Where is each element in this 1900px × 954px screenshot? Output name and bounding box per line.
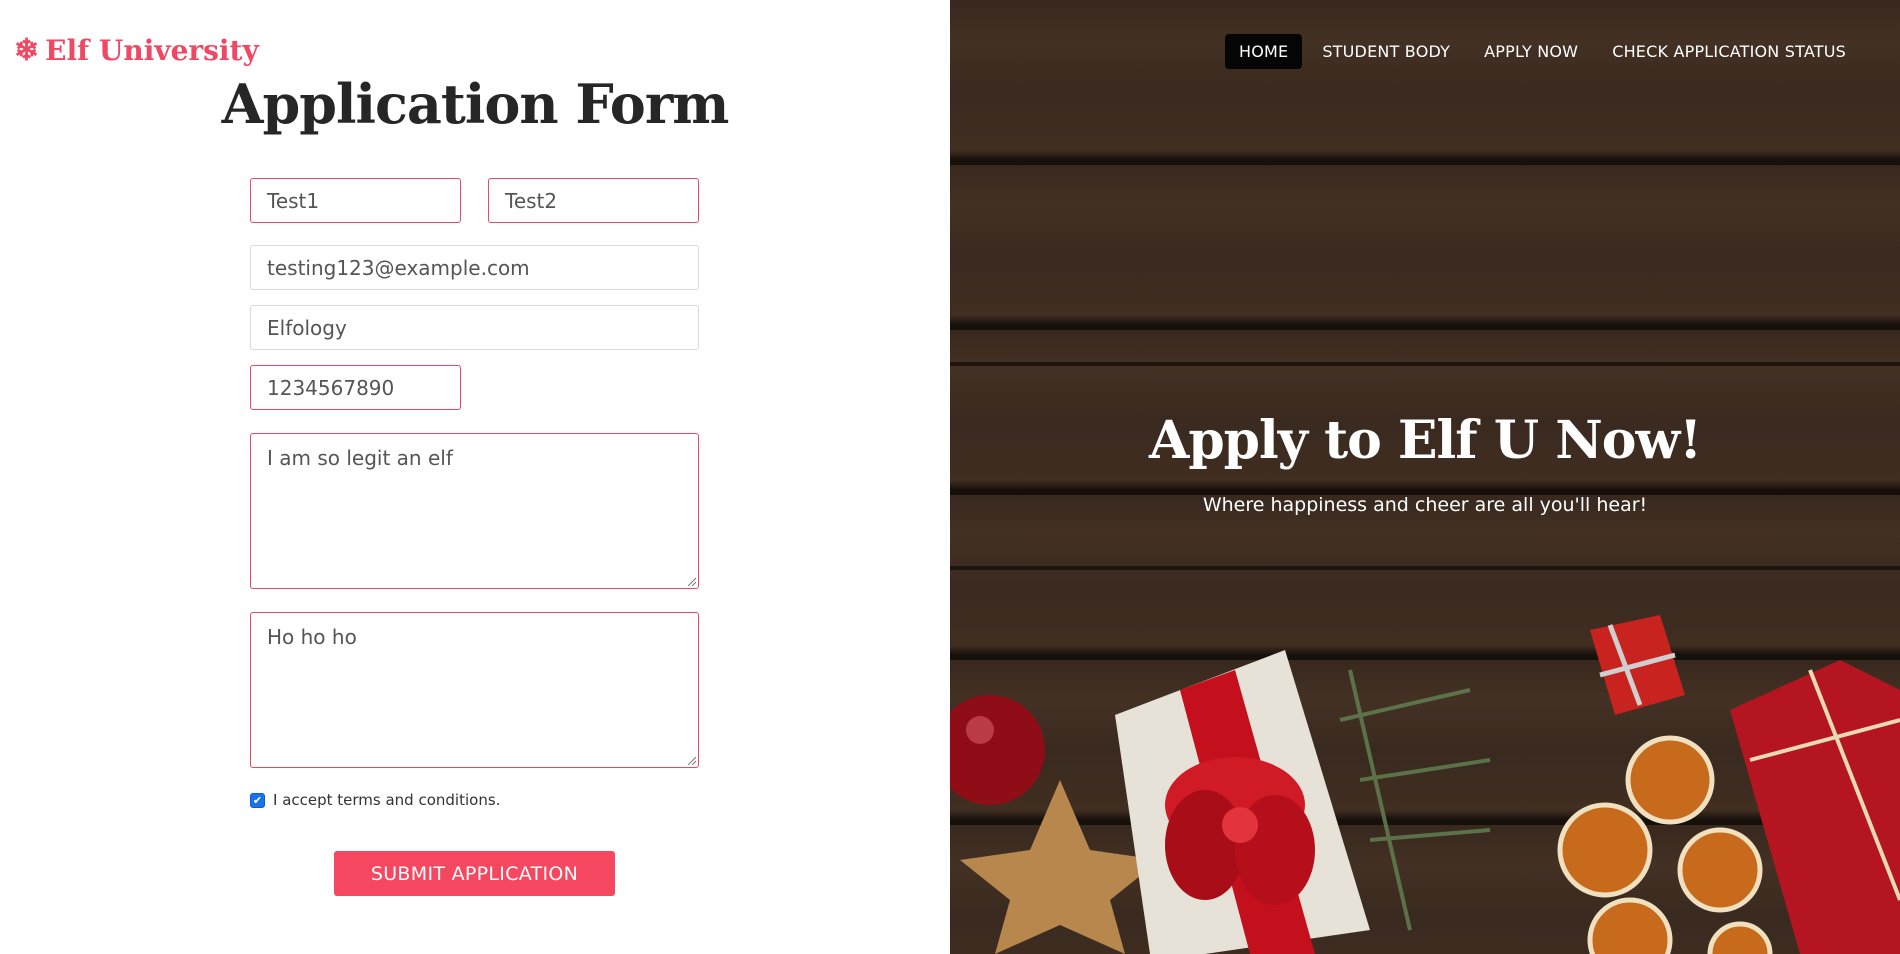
last-name-value: Test2 [505,188,558,213]
submit-application-button[interactable]: SUBMIT APPLICATION [334,851,615,896]
why-textarea[interactable]: I am so legit an elf [250,433,699,589]
program-value: Elfology [267,315,347,340]
snowflake-icon: ❄ [14,32,40,68]
nav-item-apply-now[interactable]: APPLY NOW [1470,34,1592,69]
nav-item-home[interactable]: HOME [1224,34,1303,69]
phone-value: 1234567890 [267,375,395,400]
nav-item-check-status[interactable]: CHECK APPLICATION STATUS [1598,34,1860,69]
phone-input[interactable]: 1234567890 [250,365,461,410]
program-input[interactable]: Elfology [250,305,699,350]
checkmark-icon: ✔ [252,793,263,807]
brand-name: Elf University [45,34,259,67]
email-value: testing123@example.com [267,255,530,280]
resize-handle-icon[interactable] [686,576,696,586]
hero-subtitle: Where happiness and cheer are all you'll… [1202,494,1648,516]
essay-textarea-value: Ho ho ho [267,625,357,649]
main-nav: HOME STUDENT BODY APPLY NOW CHECK APPLIC… [1224,34,1860,69]
why-textarea-value: I am so legit an elf [267,446,453,470]
terms-checkbox[interactable]: ✔ [250,792,265,808]
plank-divider [950,160,1900,164]
hero-title: Apply to Elf U Now! [1148,410,1702,471]
christmas-decor-image [950,615,1900,954]
plank-divider [950,566,1900,570]
hero-panel: HOME STUDENT BODY APPLY NOW CHECK APPLIC… [950,0,1900,954]
page-title: Application Form [221,72,730,136]
brand-logo[interactable]: ❄ Elf University [14,34,259,67]
resize-handle-icon[interactable] [686,755,696,765]
submit-label: SUBMIT APPLICATION [370,862,579,885]
terms-row: ✔ I accept terms and conditions. [250,791,500,809]
first-name-input[interactable]: Test1 [250,178,461,223]
first-name-value: Test1 [267,188,320,213]
plank-divider [950,362,1900,366]
last-name-input[interactable]: Test2 [488,178,699,223]
terms-label: I accept terms and conditions. [273,791,501,809]
essay-textarea[interactable]: Ho ho ho [250,612,699,768]
nav-item-student-body[interactable]: STUDENT BODY [1308,34,1464,69]
application-panel: ❄ Elf University Application Form Test1 … [0,0,950,954]
email-input[interactable]: testing123@example.com [250,245,699,290]
